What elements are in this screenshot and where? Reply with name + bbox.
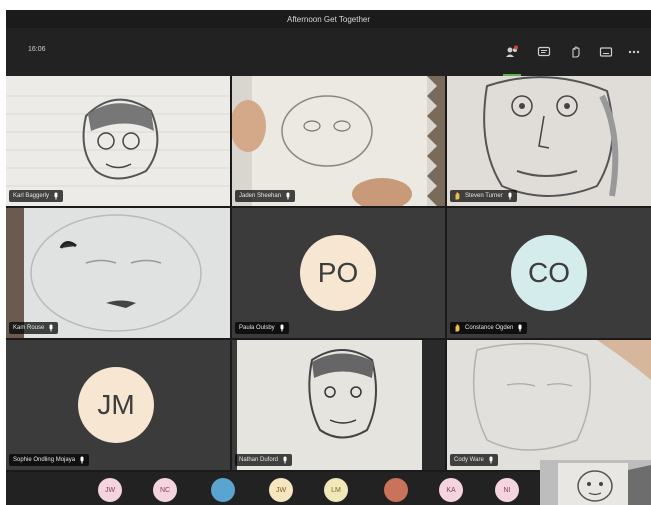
- teams-meeting-window: Afternoon Get Together 16:06 Karl Bagger…: [6, 10, 651, 505]
- window-title-bar: Afternoon Get Together: [6, 10, 651, 28]
- microphone-icon: [508, 192, 512, 200]
- tray-avatar-photo[interactable]: [211, 478, 235, 502]
- tray-avatar-photo[interactable]: [384, 478, 408, 502]
- face-drawing: [6, 208, 202, 338]
- participant-tile[interactable]: Nathan Duford: [232, 340, 445, 470]
- participant-name: Constance Ogden: [465, 325, 514, 331]
- participant-tile[interactable]: CO Constance Ogden: [447, 208, 651, 338]
- tray-avatar[interactable]: JW: [269, 478, 293, 502]
- participant-name-tag: Karl Baggerly: [9, 190, 64, 202]
- tray-avatar[interactable]: NC: [153, 478, 177, 502]
- more-actions-button[interactable]: [624, 42, 644, 62]
- microphone-icon: [283, 456, 287, 464]
- face-drawing: [483, 76, 619, 197]
- participant-tile[interactable]: Cody Ware: [447, 340, 651, 470]
- participant-name: Kam Rouse: [13, 325, 45, 331]
- participant-name-tag: Cody Ware: [450, 454, 498, 466]
- tray-avatar-initials: NI: [503, 486, 511, 494]
- share-icon: [599, 47, 613, 57]
- tray-avatar[interactable]: KA: [439, 478, 463, 502]
- participant-name: Jaden Sheehan: [239, 193, 282, 199]
- participant-name-tag: Paula Oulsby: [235, 322, 289, 334]
- participant-name: Paula Oulsby: [239, 325, 275, 331]
- participant-tile[interactable]: PO Paula Oulsby: [232, 208, 445, 338]
- self-view-drawing: [540, 460, 651, 505]
- raised-hand-icon: [455, 192, 460, 200]
- participant-name-tag: Constance Ogden: [450, 322, 528, 334]
- participant-name: Steven Turner: [465, 193, 503, 199]
- participant-avatar: CO: [511, 235, 587, 311]
- tray-avatar-initials: NC: [159, 486, 171, 494]
- meeting-title: Afternoon Get Together: [286, 14, 371, 24]
- participant-name-tag: Jaden Sheehan: [235, 190, 296, 202]
- avatar-initials: JM: [97, 389, 135, 420]
- chat-icon: [537, 46, 551, 57]
- more-options-icon: [628, 50, 640, 54]
- participant-tile[interactable]: Kam Rouse: [6, 208, 230, 338]
- tray-avatar-initials: KA: [446, 486, 456, 494]
- participant-tile[interactable]: JM Sophie Ondling Mojaya: [6, 340, 230, 470]
- microphone-icon: [280, 324, 284, 332]
- microphone-icon: [49, 324, 53, 332]
- tray-avatar[interactable]: NI: [495, 478, 519, 502]
- share-tray-button[interactable]: [596, 42, 616, 62]
- people-icon: [506, 45, 518, 57]
- self-view-preview[interactable]: [540, 460, 651, 505]
- face-drawing: [472, 340, 651, 451]
- microphone-icon: [518, 324, 522, 332]
- participant-name: Karl Baggerly: [13, 193, 50, 199]
- participant-tile[interactable]: Jaden Sheehan: [232, 76, 445, 206]
- microphone-icon: [286, 192, 290, 200]
- meeting-timer: 16:06: [28, 46, 46, 53]
- video-grid: Karl Baggerly Jaden Sheehan Steven Turne…: [6, 76, 651, 472]
- avatar-initials: PO: [317, 257, 359, 288]
- participant-avatar: PO: [300, 235, 376, 311]
- participant-name-tag: Sophie Ondling Mojaya: [9, 454, 90, 466]
- avatar-initials: CO: [528, 257, 570, 288]
- participant-avatar: JM: [78, 367, 154, 443]
- participant-name: Cody Ware: [454, 457, 484, 463]
- participant-tile[interactable]: Steven Turner: [447, 76, 651, 206]
- tray-avatar[interactable]: JW: [98, 478, 122, 502]
- participant-name-tag: Steven Turner: [450, 190, 517, 202]
- chat-button[interactable]: [534, 42, 554, 62]
- participant-name-tag: Kam Rouse: [9, 322, 59, 334]
- meeting-toolbar: 16:06: [6, 28, 651, 76]
- tray-avatar-initials: JW: [104, 486, 116, 494]
- tray-avatar-initials: JW: [275, 486, 287, 494]
- participant-name: Sophie Ondling Mojaya: [13, 457, 76, 463]
- microphone-icon: [489, 456, 493, 464]
- participant-tile[interactable]: Karl Baggerly: [6, 76, 230, 206]
- participants-button[interactable]: [502, 42, 522, 62]
- microphone-icon: [80, 456, 84, 464]
- participant-name-tag: Nathan Duford: [235, 454, 293, 466]
- raised-hand-icon: [455, 324, 460, 332]
- tray-avatar[interactable]: LM: [324, 478, 348, 502]
- microphone-icon: [54, 192, 58, 200]
- face-drawing: [232, 76, 445, 206]
- participant-name: Nathan Duford: [239, 457, 279, 463]
- raise-hand-button[interactable]: [566, 42, 586, 62]
- hand-icon: [572, 46, 580, 58]
- tray-avatar-initials: LM: [331, 486, 341, 494]
- face-drawing: [237, 340, 445, 470]
- face-drawing: [6, 95, 230, 187]
